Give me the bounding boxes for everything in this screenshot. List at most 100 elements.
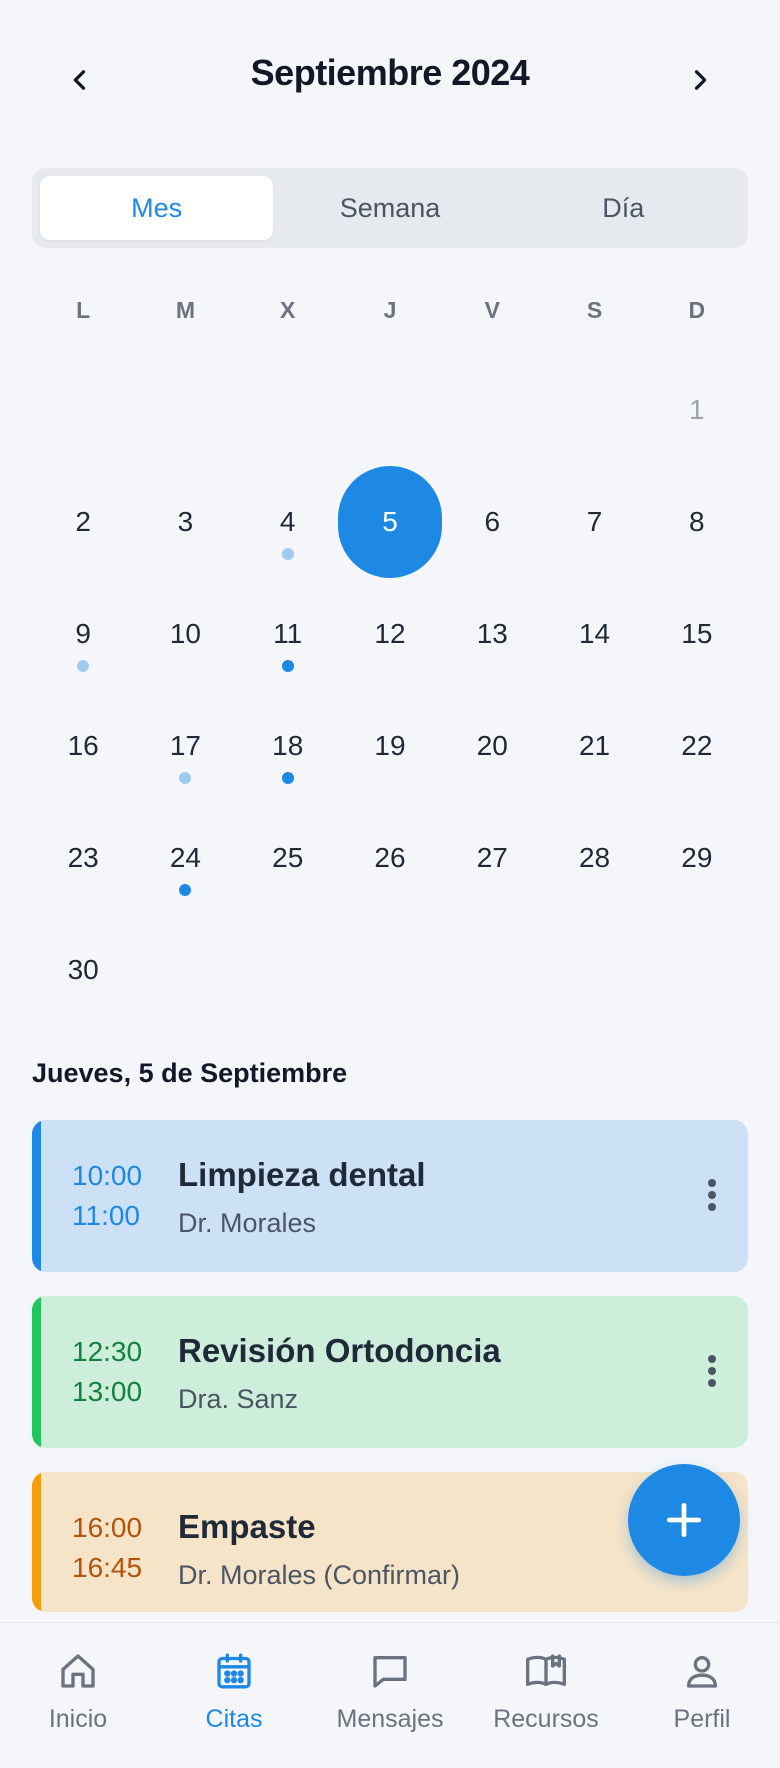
calendar-day[interactable]: 23 bbox=[32, 802, 134, 914]
calendar-day-number: 2 bbox=[75, 506, 91, 537]
calendar-day[interactable]: 5 bbox=[339, 466, 441, 578]
nav-label: Citas bbox=[205, 1705, 263, 1733]
calendar-day[interactable]: 9 bbox=[32, 578, 134, 690]
appointment-color-bar bbox=[32, 1296, 41, 1448]
add-appointment-button[interactable] bbox=[628, 1464, 740, 1576]
chevron-right-icon bbox=[694, 70, 707, 90]
nav-label: Mensajes bbox=[336, 1705, 444, 1733]
calendar-day-number: 10 bbox=[169, 618, 201, 649]
calendar-day-number: 26 bbox=[374, 842, 406, 873]
appointment-indicator-dot bbox=[179, 884, 192, 896]
nav-item-perfil[interactable]: Perfil bbox=[624, 1623, 780, 1768]
appointment-indicator-dot bbox=[281, 548, 294, 560]
calendar-day-number: 30 bbox=[67, 954, 99, 985]
appointment-times: 16:00 16:45 bbox=[72, 1508, 142, 1588]
tab-week[interactable]: Semana bbox=[273, 176, 506, 240]
calendar-day[interactable]: 30 bbox=[32, 914, 134, 1026]
calendar-empty-cell bbox=[543, 354, 645, 466]
calendar-day[interactable]: 11 bbox=[237, 578, 339, 690]
nav-label: Perfil bbox=[673, 1705, 731, 1733]
book-icon bbox=[524, 1649, 568, 1693]
calendar-day[interactable]: 15 bbox=[646, 578, 748, 690]
bottom-navigation: Inicio Citas Mensajes Recursos Perfil bbox=[0, 1622, 780, 1768]
nav-item-inicio[interactable]: Inicio bbox=[0, 1623, 156, 1768]
plus-icon bbox=[666, 1502, 702, 1538]
appointment-color-bar bbox=[32, 1472, 41, 1612]
appointment-color-bar bbox=[32, 1120, 41, 1272]
weekday-label: S bbox=[586, 297, 603, 323]
appointment-start-time: 12:30 bbox=[72, 1336, 143, 1367]
calendar-day[interactable]: 19 bbox=[339, 690, 441, 802]
calendar-day[interactable]: 13 bbox=[441, 578, 543, 690]
calendar-day[interactable]: 28 bbox=[543, 802, 645, 914]
calendar-empty-cell bbox=[237, 354, 339, 466]
appointment-indicator-dot bbox=[281, 772, 294, 784]
calendar-day[interactable]: 20 bbox=[441, 690, 543, 802]
appointment-end-time: 11:00 bbox=[72, 1200, 140, 1231]
calendar-day[interactable]: 14 bbox=[543, 578, 645, 690]
calendar-day[interactable]: 21 bbox=[543, 690, 645, 802]
calendar-day-number: 23 bbox=[67, 842, 99, 873]
tab-day[interactable]: Día bbox=[507, 176, 740, 240]
calendar-day-number: 17 bbox=[169, 730, 201, 761]
appointment-times: 10:00 11:00 bbox=[72, 1156, 142, 1236]
calendar-day[interactable]: 22 bbox=[646, 690, 748, 802]
appointment-title: Limpieza dental bbox=[178, 1156, 426, 1193]
tab-month[interactable]: Mes bbox=[40, 176, 274, 240]
calendar-day[interactable]: 29 bbox=[646, 802, 748, 914]
calendar-day[interactable]: 2 bbox=[32, 466, 134, 578]
nav-label: Recursos bbox=[493, 1705, 599, 1733]
appointment-menu-button[interactable] bbox=[692, 1170, 732, 1220]
month-title: Septiembre 2024 bbox=[250, 52, 530, 93]
appointment-indicator-dot bbox=[179, 772, 192, 784]
nav-item-citas[interactable]: Citas bbox=[156, 1623, 312, 1768]
calendar-empty-cell bbox=[441, 354, 543, 466]
calendar-day[interactable]: 6 bbox=[441, 466, 543, 578]
calendar-day[interactable]: 27 bbox=[441, 802, 543, 914]
selected-date-heading: Jueves, 5 de Septiembre bbox=[32, 1058, 348, 1088]
weekday-label: M bbox=[175, 297, 195, 323]
calendar-day[interactable]: 7 bbox=[543, 466, 645, 578]
appointment-menu-button[interactable] bbox=[692, 1346, 732, 1396]
appointment-card[interactable]: 12:30 13:00 Revisión Ortodoncia Dra. San… bbox=[32, 1296, 748, 1448]
appointment-doctor: Dra. Sanz bbox=[178, 1384, 299, 1414]
calendar-day[interactable]: 1 bbox=[646, 354, 748, 466]
calendar-day[interactable]: 10 bbox=[134, 578, 236, 690]
calendar-day-number: 29 bbox=[681, 842, 713, 873]
calendar-day-number: 12 bbox=[374, 618, 406, 649]
more-vertical-icon bbox=[708, 1179, 716, 1211]
nav-label: Inicio bbox=[48, 1705, 108, 1733]
calendar-day[interactable]: 17 bbox=[134, 690, 236, 802]
calendar-day[interactable]: 18 bbox=[237, 690, 339, 802]
appointment-start-time: 16:00 bbox=[72, 1512, 143, 1543]
appointment-card[interactable]: 10:00 11:00 Limpieza dental Dr. Morales bbox=[32, 1120, 748, 1272]
calendar-day[interactable]: 24 bbox=[134, 802, 236, 914]
calendar-day[interactable]: 4 bbox=[237, 466, 339, 578]
calendar-day[interactable]: 12 bbox=[339, 578, 441, 690]
calendar-grid: 1 2 3 4 5 6 7 8 9 10 11 12 13 14 15 16 17 18 19 20 21 22 23 24 2… bbox=[32, 354, 748, 1026]
next-month-button[interactable] bbox=[670, 50, 730, 110]
weekday-label: J bbox=[383, 297, 397, 323]
calendar-empty-cell bbox=[32, 354, 134, 466]
calendar-day-number: 28 bbox=[578, 842, 611, 873]
view-toggle: Mes Semana Día bbox=[32, 168, 748, 248]
weekday-header: L M X J V S D bbox=[32, 290, 748, 330]
calendar-icon bbox=[212, 1649, 256, 1693]
calendar-day-number: 19 bbox=[374, 730, 406, 761]
calendar-day-number: 3 bbox=[177, 506, 194, 537]
nav-item-mensajes[interactable]: Mensajes bbox=[312, 1623, 468, 1768]
calendar-day[interactable]: 16 bbox=[32, 690, 134, 802]
calendar-day[interactable]: 3 bbox=[134, 466, 236, 578]
weekday-label: D bbox=[688, 297, 706, 323]
appointment-title: Empaste bbox=[178, 1508, 316, 1545]
appointment-times: 12:30 13:00 bbox=[72, 1332, 142, 1412]
calendar-day-number: 8 bbox=[689, 506, 705, 537]
user-icon bbox=[680, 1649, 724, 1693]
appointment-end-time: 13:00 bbox=[72, 1376, 143, 1407]
calendar-day[interactable]: 26 bbox=[339, 802, 441, 914]
calendar-day[interactable]: 25 bbox=[237, 802, 339, 914]
calendar-day-number: 24 bbox=[169, 842, 201, 873]
nav-item-recursos[interactable]: Recursos bbox=[468, 1623, 624, 1768]
calendar-day[interactable]: 8 bbox=[646, 466, 748, 578]
appointment-title: Revisión Ortodoncia bbox=[178, 1332, 501, 1369]
